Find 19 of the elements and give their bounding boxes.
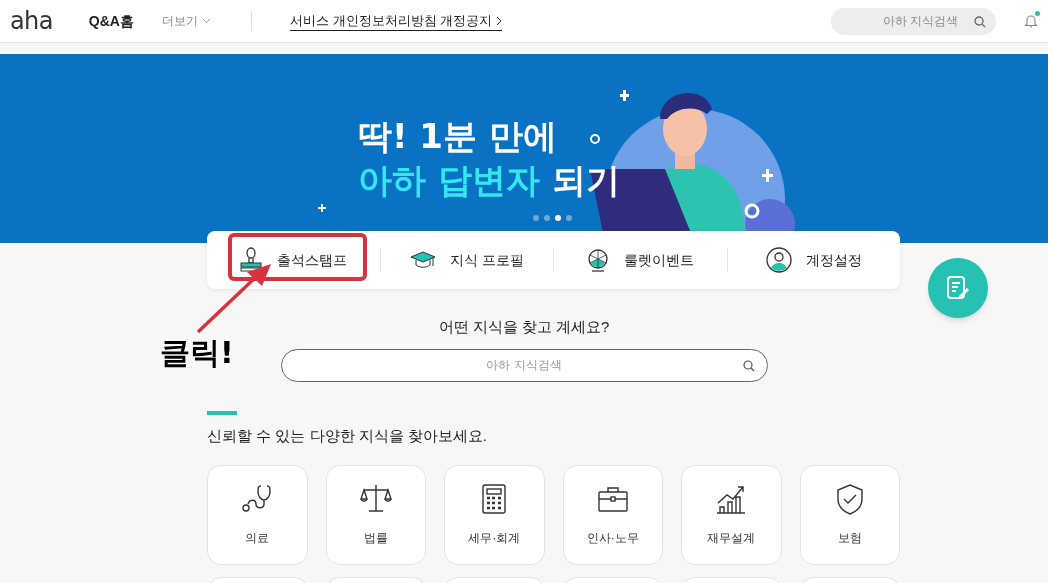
banner-headline: 되기 <box>551 159 620 202</box>
search-title: 어떤 지식을 찾고 계세요? <box>438 317 610 337</box>
search-field[interactable]: 아하 지식검색 <box>831 7 996 35</box>
category-card[interactable]: 재무설계 <box>681 464 782 565</box>
section-title: 신뢰할 수 있는 다양한 지식을 찾아보세요. <box>207 426 488 446</box>
nav-link[interactable]: Q&A홈 <box>88 10 134 32</box>
category-card[interactable]: 법률 <box>325 464 426 565</box>
category-card[interactable]: 의료 <box>207 464 308 565</box>
banner-headline: 아하 답변자 <box>358 159 540 202</box>
category-card[interactable]: 인사·노무 <box>562 464 663 565</box>
search-field[interactable]: 아하 지식검색 <box>281 349 767 381</box>
annotation-text: 클릭! <box>160 334 234 372</box>
banner-headline: 딱! 1분 만에 <box>358 115 558 158</box>
logo[interactable]: aha <box>10 9 53 33</box>
notice-link[interactable]: 서비스 개인정보처리방침 개정공지 <box>289 10 503 32</box>
banner[interactable]: 딱! 1분 만에 아하 답변자 되기 <box>0 54 1048 243</box>
more-menu[interactable]: 더보기 <box>161 12 211 30</box>
category-card[interactable]: 세무·회계 <box>444 464 545 565</box>
category-card[interactable]: 보험 <box>799 464 900 565</box>
